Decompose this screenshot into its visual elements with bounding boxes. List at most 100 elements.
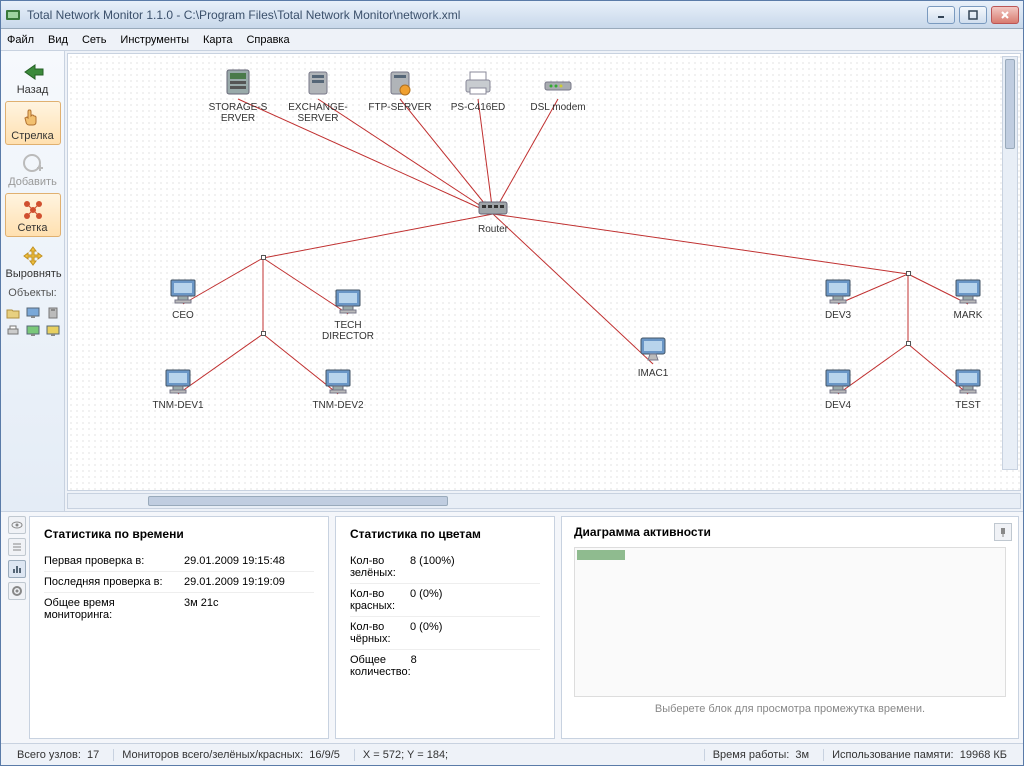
node-dev4[interactable]: DEV4	[798, 366, 878, 412]
status-uptime-label: Время работы:	[713, 749, 790, 761]
red-value: 0 (0%)	[410, 588, 540, 612]
arrow-button[interactable]: Стрелка	[5, 101, 61, 145]
printer-icon[interactable]	[4, 323, 22, 339]
imac-icon	[636, 334, 670, 364]
list-icon	[11, 541, 23, 553]
time-stats-box: Статистика по времени Первая проверка в:…	[29, 516, 329, 739]
eye-icon	[11, 519, 23, 531]
server-rack-icon	[221, 68, 255, 98]
node-label: STORAGE-SERVER	[198, 103, 278, 124]
menu-help[interactable]: Справка	[246, 34, 289, 46]
black-value: 0 (0%)	[410, 621, 540, 645]
status-monitors-value: 16/9/5	[309, 749, 340, 761]
computer-icon	[161, 366, 195, 396]
server-icon	[383, 68, 417, 98]
node-router[interactable]: Router	[453, 194, 533, 236]
scroll-thumb[interactable]	[1005, 59, 1015, 149]
junction-handle[interactable]	[906, 341, 911, 346]
computer-icon	[321, 366, 355, 396]
monitor-icon[interactable]	[24, 305, 42, 321]
node-test[interactable]: TEST	[928, 366, 1008, 412]
black-label: Кол-во чёрных:	[350, 621, 410, 645]
computer-icon	[331, 286, 365, 316]
menu-map[interactable]: Карта	[203, 34, 232, 46]
node-label: FTP-SERVER	[360, 103, 440, 114]
statusbar: Всего узлов: 17 Мониторов всего/зелёных/…	[1, 743, 1023, 765]
node-label: Router	[453, 225, 533, 236]
node-dsl-modem[interactable]: DSL modem	[518, 68, 598, 114]
activity-hint: Выберете блок для просмотра промежутка в…	[574, 703, 1006, 715]
total-count-value: 8	[411, 654, 540, 678]
activity-bar	[577, 550, 625, 560]
titlebar: Total Network Monitor 1.1.0 - C:\Program…	[1, 1, 1023, 29]
folder-icon[interactable]	[4, 305, 22, 321]
menu-file[interactable]: Файл	[7, 34, 34, 46]
sidebar: Назад Стрелка Добавить Сетка Выровнять О…	[1, 51, 65, 511]
canvas-vscrollbar[interactable]	[1002, 56, 1018, 470]
grid-button[interactable]: Сетка	[5, 193, 61, 237]
first-check-value: 29.01.2009 19:15:48	[184, 555, 314, 567]
node-tnm-dev1[interactable]: TNM-DEV1	[138, 366, 218, 412]
node-label: DEV3	[798, 311, 878, 322]
close-button[interactable]	[991, 6, 1019, 24]
scroll-thumb[interactable]	[148, 496, 448, 506]
node-imac1[interactable]: IMAC1	[613, 334, 693, 380]
node-ftp-server[interactable]: FTP-SERVER	[360, 68, 440, 114]
app-icon	[5, 7, 21, 23]
node-label: IMAC1	[613, 369, 693, 380]
node-label: TNM-DEV1	[138, 401, 218, 412]
monitor-yellow-icon[interactable]	[44, 323, 62, 339]
tab-eye[interactable]	[8, 516, 26, 534]
router-icon	[476, 194, 510, 220]
computer-icon	[166, 276, 200, 306]
back-arrow-icon	[21, 61, 45, 83]
add-label: Добавить	[6, 176, 60, 188]
menubar: Файл Вид Сеть Инструменты Карта Справка	[1, 29, 1023, 51]
tab-stats[interactable]	[8, 560, 26, 578]
align-button[interactable]: Выровнять	[5, 239, 61, 283]
tab-list[interactable]	[8, 538, 26, 556]
menu-view[interactable]: Вид	[48, 34, 68, 46]
junction-handle[interactable]	[261, 255, 266, 260]
node-label: MARK	[928, 311, 1008, 322]
junction-handle[interactable]	[261, 331, 266, 336]
network-map-canvas[interactable]: STORAGE-SERVER EXCHANGE-SERVER FTP-SERVE…	[67, 53, 1021, 491]
activity-chart[interactable]	[574, 547, 1006, 697]
object-palette	[4, 305, 62, 339]
canvas-hscrollbar[interactable]	[67, 493, 1021, 509]
node-exchange-server[interactable]: EXCHANGE-SERVER	[278, 68, 358, 124]
modem-icon	[541, 68, 575, 98]
back-button[interactable]: Назад	[5, 55, 61, 99]
junction-handle[interactable]	[906, 271, 911, 276]
maximize-button[interactable]	[959, 6, 987, 24]
tab-settings[interactable]	[8, 582, 26, 600]
node-ceo[interactable]: CEO	[143, 276, 223, 322]
add-button[interactable]: Добавить	[5, 147, 61, 191]
back-label: Назад	[6, 84, 60, 96]
node-tnm-dev2[interactable]: TNM-DEV2	[298, 366, 378, 412]
monitor-green-icon[interactable]	[24, 323, 42, 339]
node-label: CEO	[143, 311, 223, 322]
computer-icon	[951, 276, 985, 306]
node-printer[interactable]: PS-C416ED	[438, 68, 518, 114]
menu-tools[interactable]: Инструменты	[120, 34, 189, 46]
window-title: Total Network Monitor 1.1.0 - C:\Program…	[27, 8, 460, 22]
minimize-button[interactable]	[927, 6, 955, 24]
total-count-label: Общее количество:	[350, 654, 411, 678]
server-icon[interactable]	[44, 305, 62, 321]
node-label: DEV4	[798, 401, 878, 412]
first-check-label: Первая проверка в:	[44, 555, 184, 567]
status-mem-label: Использование памяти:	[832, 749, 954, 761]
color-stats-heading: Статистика по цветам	[350, 527, 540, 541]
node-mark[interactable]: MARK	[928, 276, 1008, 322]
menu-network[interactable]: Сеть	[82, 34, 106, 46]
activity-box: Диаграмма активности Выберете блок для п…	[561, 516, 1019, 739]
node-storage-server[interactable]: STORAGE-SERVER	[198, 68, 278, 124]
red-label: Кол-во красных:	[350, 588, 410, 612]
node-tech-director[interactable]: TECHDIRECTOR	[308, 286, 388, 342]
node-dev3[interactable]: DEV3	[798, 276, 878, 322]
total-time-value: 3м 21с	[184, 597, 314, 621]
status-nodes-value: 17	[87, 749, 99, 761]
pin-button[interactable]	[994, 523, 1012, 541]
computer-icon	[951, 366, 985, 396]
